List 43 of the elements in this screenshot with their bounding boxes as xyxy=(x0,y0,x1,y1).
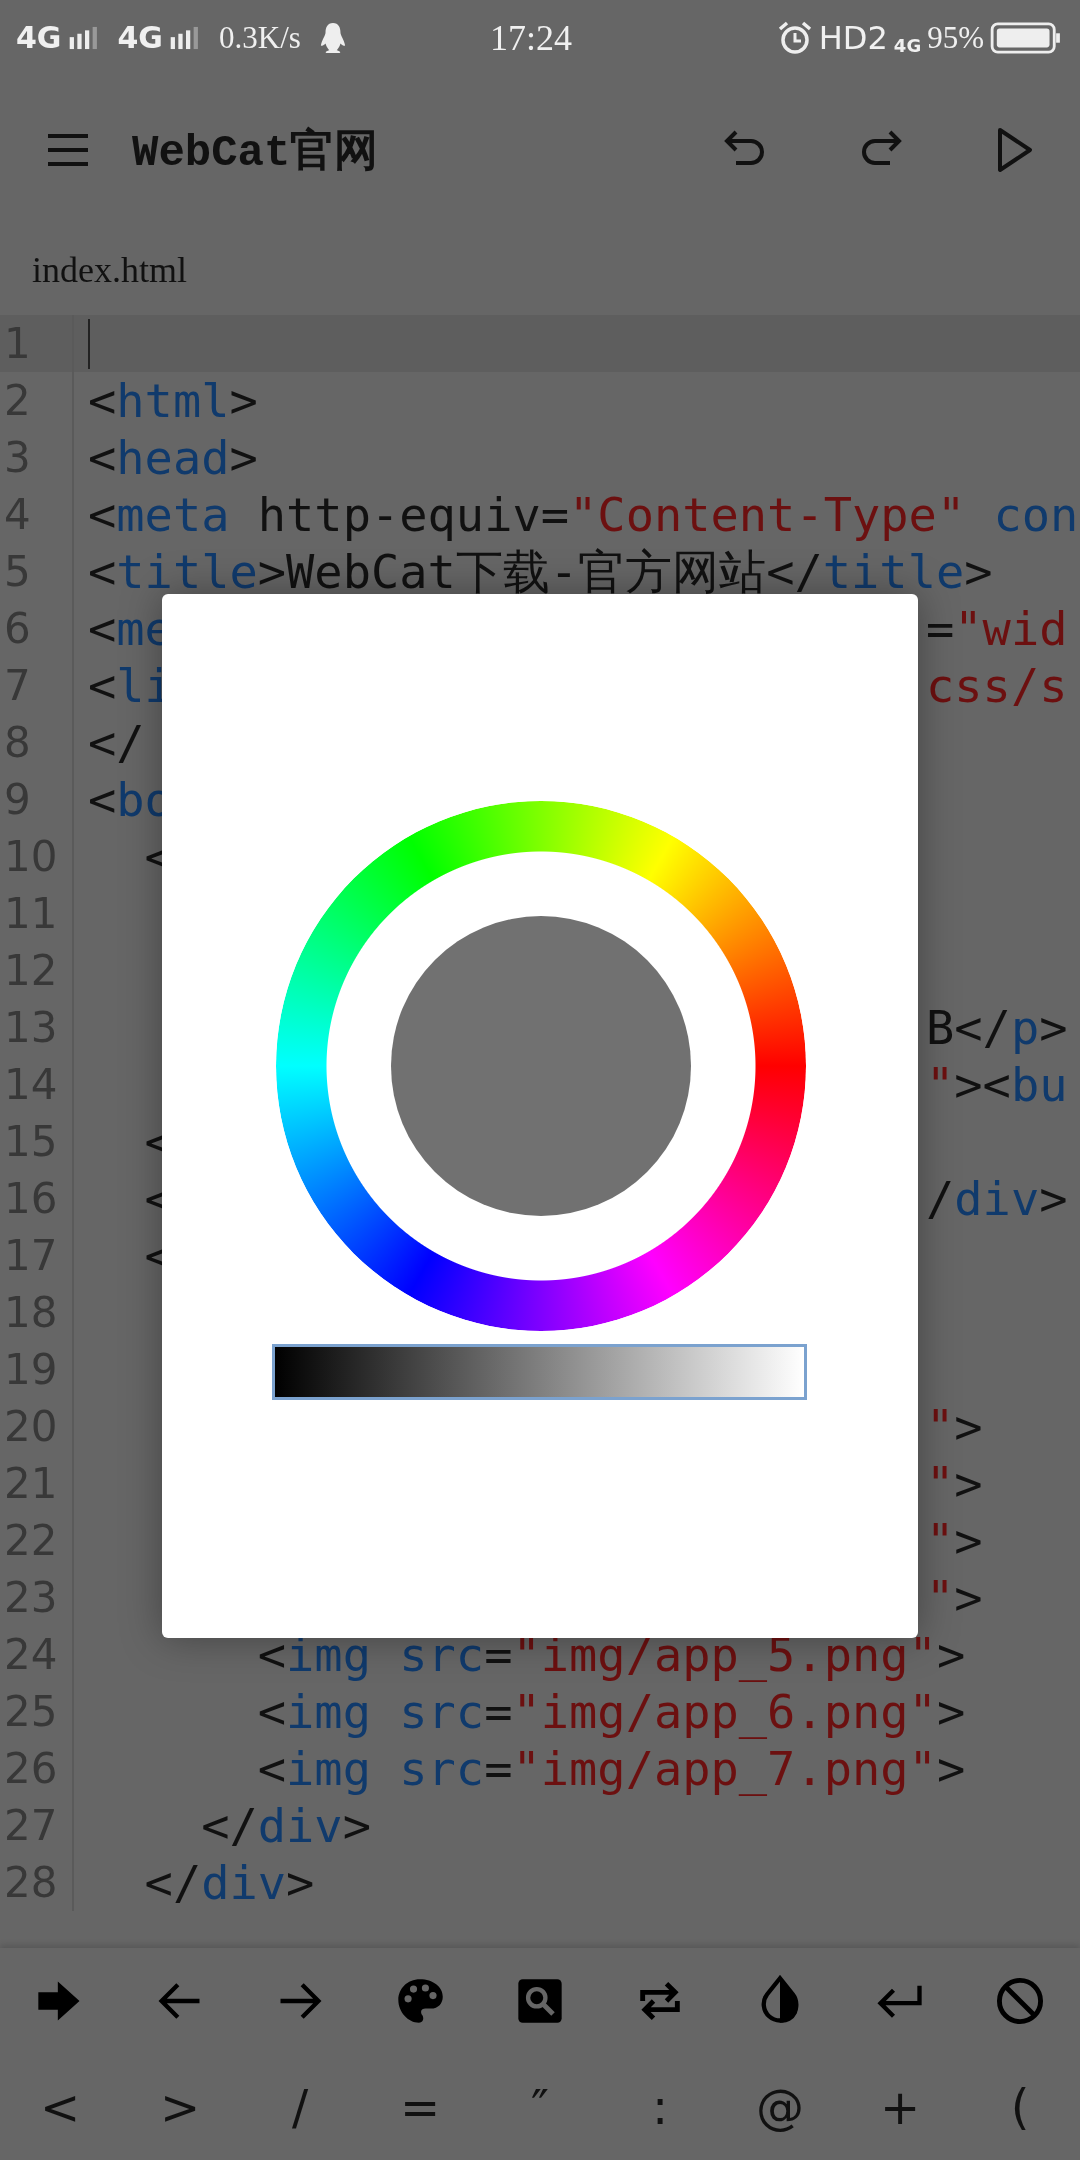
symbol-key[interactable]: = xyxy=(391,2079,449,2135)
symbol-key[interactable]: ( xyxy=(1002,2079,1038,2135)
alarm-clock-icon xyxy=(776,19,813,56)
code-fragment: "> xyxy=(926,1455,983,1512)
carrier-label: 4G xyxy=(16,20,62,55)
code-line: <title>WebCat下载-官方网站</title> xyxy=(88,543,993,600)
hd-label: HD2 xyxy=(818,18,888,57)
symbol-key[interactable]: : xyxy=(643,2079,677,2135)
symbol-key[interactable]: < xyxy=(31,2079,89,2135)
code-fragment: css/s xyxy=(926,657,1068,714)
carrier-label: 4G xyxy=(117,20,163,55)
clock-time: 17:24 xyxy=(490,16,572,59)
code-fragment: ="wid xyxy=(926,600,1068,657)
block-icon[interactable] xyxy=(994,1975,1046,2027)
code-fragment: "> xyxy=(926,1512,983,1569)
battery-icon xyxy=(990,21,1062,54)
file-tab[interactable]: index.html xyxy=(32,249,187,291)
code-line: <html> xyxy=(88,372,258,429)
symbol-key[interactable]: + xyxy=(871,2079,929,2135)
app-title: WebCat官网 xyxy=(132,125,379,180)
code-line: <img src="img/app_5.png"> xyxy=(256,1626,966,1683)
network-label: 4G xyxy=(893,34,922,56)
brightness-bar[interactable] xyxy=(272,1344,807,1400)
code-line: <meta http-equiv="Content-Type" con xyxy=(88,486,1079,543)
network-speed: 0.3K/s xyxy=(219,19,301,56)
penguin-icon xyxy=(318,20,347,55)
code-fragment: "> xyxy=(926,1569,983,1626)
code-line: </div> xyxy=(143,1854,315,1911)
symbol-key[interactable]: > xyxy=(151,2079,209,2135)
symbol-key[interactable]: ″ xyxy=(523,2079,557,2135)
symbol-key[interactable]: @ xyxy=(748,2079,812,2135)
code-line: <img src="img/app_6.png"> xyxy=(256,1683,966,1740)
code-fragment: "> xyxy=(926,1398,983,1455)
code-line: <head> xyxy=(88,429,258,486)
code-line: </ xyxy=(88,714,145,771)
code-fragment: /div> xyxy=(926,1170,1068,1227)
code-fragment: B</p> xyxy=(926,999,1068,1056)
text-cursor xyxy=(88,319,90,369)
battery-percent: 95% xyxy=(927,19,984,56)
code-line: <img src="img/app_7.png"> xyxy=(256,1740,966,1797)
code-line: </div> xyxy=(200,1797,371,1854)
symbol-key[interactable]: / xyxy=(283,2079,317,2135)
code-fragment: "><bu xyxy=(926,1056,1068,1113)
